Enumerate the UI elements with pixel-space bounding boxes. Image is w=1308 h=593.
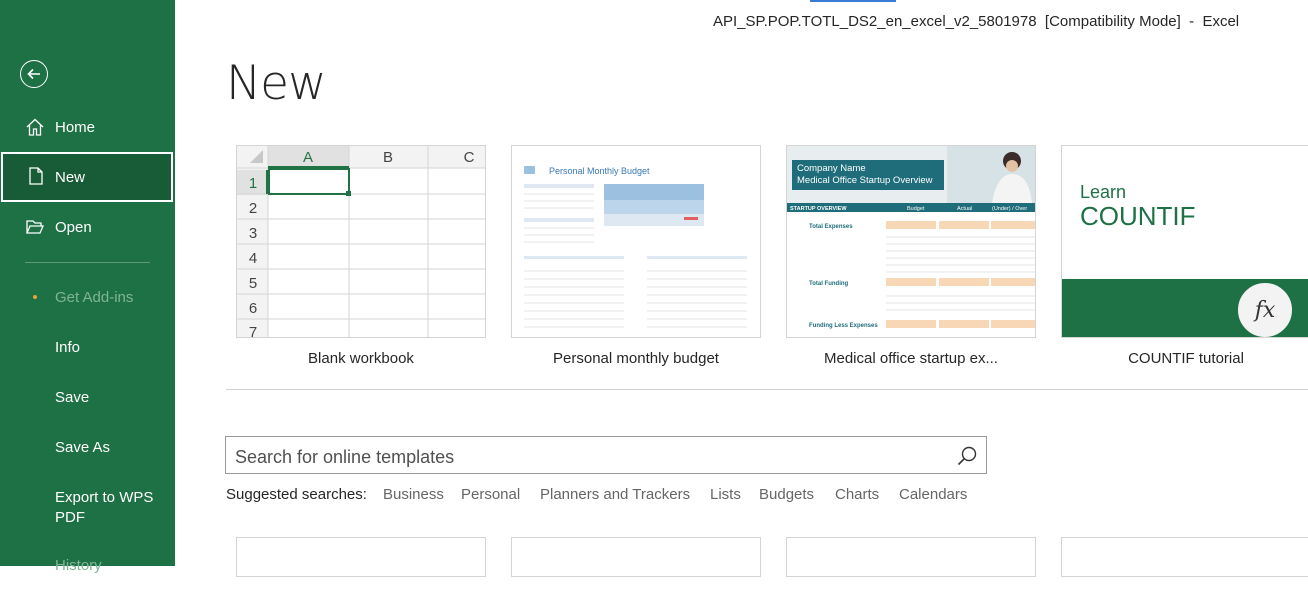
template-card[interactable] (511, 537, 761, 577)
total-funding-label: Total Funding (809, 281, 849, 287)
template-personal-monthly-budget[interactable]: Personal Monthly Budget (511, 145, 761, 338)
sidebar-item-get-add-ins[interactable]: Get Add-ins (0, 273, 175, 321)
suggested-searches-label: Suggested searches: (226, 486, 367, 503)
sidebar-item-open[interactable]: Open (0, 203, 175, 251)
template-caption: Blank workbook (308, 350, 414, 367)
col-diff: (Under) / Over (992, 206, 1027, 212)
row-header: 2 (249, 200, 257, 217)
back-arrow-icon (27, 68, 40, 80)
sidebar-item-label: Info (55, 338, 81, 356)
total-expenses-label: Total Expenses (809, 224, 853, 230)
blank-workbook-thumbnail: A B C 1 2 3 4 5 6 7 (237, 146, 485, 338)
sidebar-item-info[interactable]: Info (0, 323, 175, 371)
template-card[interactable] (236, 537, 486, 577)
backstage-sidebar: Home New Open Get Add-ins Info Save Save… (0, 0, 175, 574)
template-card[interactable] (1061, 537, 1308, 577)
search-icon[interactable] (956, 445, 978, 467)
fx-icon: fx (1236, 281, 1294, 337)
row-header: 6 (249, 300, 257, 317)
sidebar-item-label: Export to WPS PDF (55, 489, 154, 526)
column-header: C (464, 149, 475, 166)
countif-label: COUNTIF (1080, 201, 1196, 231)
template-countif-tutorial[interactable]: Learn COUNTIF fx (1061, 145, 1308, 338)
home-icon (26, 118, 44, 136)
page-title: New (226, 56, 327, 111)
template-caption: Personal monthly budget (553, 350, 719, 367)
sidebar-item-history[interactable]: History (0, 545, 175, 593)
sidebar-divider (25, 262, 150, 263)
template-caption: Medical office startup ex... (824, 350, 998, 367)
sidebar-item-label: Home (55, 118, 96, 136)
folder-open-icon (26, 220, 44, 234)
medical-table: STARTUP OVERVIEW Budget Actual (Under) /… (790, 206, 1035, 329)
column-header: A (303, 149, 313, 166)
budget-thumbnail: Personal Monthly Budget (524, 166, 747, 328)
column-header: B (383, 149, 393, 166)
row-header: 3 (249, 225, 257, 242)
suggested-search-charts[interactable]: Charts (835, 486, 879, 503)
sidebar-item-label: New (55, 168, 86, 186)
template-medical-office-startup[interactable]: Company Name Medical Office Startup Over… (786, 145, 1036, 338)
suggested-search-planners[interactable]: Planners and Trackers (540, 486, 690, 503)
sidebar-item-home[interactable]: Home (0, 103, 175, 151)
row-header: 7 (249, 324, 257, 338)
window-title: API_SP.POP.TOTL_DS2_en_excel_v2_5801978 … (713, 13, 1240, 30)
template-blank-workbook[interactable]: A B C 1 2 3 4 5 6 7 (236, 145, 486, 338)
learn-label: Learn (1080, 182, 1127, 202)
template-caption: COUNTIF tutorial (1128, 350, 1244, 367)
new-document-icon (29, 167, 43, 185)
row-header: 1 (249, 175, 257, 192)
funding-less-label: Funding Less Expenses (809, 323, 878, 329)
sidebar-item-label: Open (55, 218, 92, 236)
suggested-search-lists[interactable]: Lists (710, 486, 741, 503)
row-header: 4 (249, 250, 257, 267)
suggested-search-personal[interactable]: Personal (461, 486, 520, 503)
sidebar-item-label: Save As (55, 438, 111, 456)
sidebar-item-save[interactable]: Save (0, 373, 175, 421)
suggested-search-business[interactable]: Business (383, 486, 444, 503)
row-header: 5 (249, 275, 257, 292)
sidebar-item-new[interactable]: New (1, 152, 173, 202)
countif-top: Learn COUNTIF (1062, 146, 1308, 281)
template-search-box[interactable] (225, 436, 987, 474)
suggested-search-budgets[interactable]: Budgets (759, 486, 814, 503)
titlebar-accent (810, 0, 896, 2)
col-budget: Budget (907, 206, 925, 212)
suggested-search-calendars[interactable]: Calendars (899, 486, 967, 503)
col-actual: Actual (957, 206, 972, 212)
sidebar-item-export-wps-pdf[interactable]: Export to WPS PDF (0, 484, 175, 534)
section-divider (226, 389, 1308, 390)
search-input[interactable] (233, 444, 937, 470)
section-label: STARTUP OVERVIEW (790, 206, 847, 212)
template-card[interactable] (786, 537, 1036, 577)
back-button[interactable] (20, 60, 48, 88)
budget-title: Personal Monthly Budget (549, 166, 650, 176)
sidebar-item-label: Get Add-ins (55, 288, 134, 306)
sidebar-item-label: Save (55, 388, 90, 406)
sidebar-item-save-as[interactable]: Save As (0, 423, 175, 471)
